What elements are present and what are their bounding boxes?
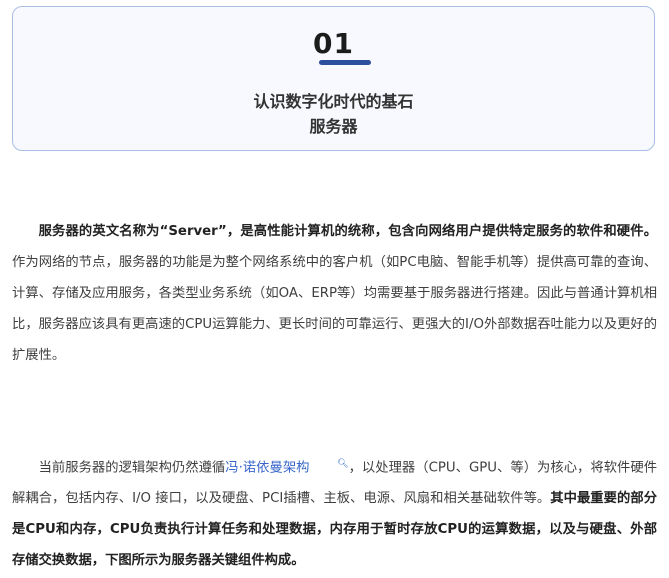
paragraph1-text: 作为网络的节点，服务器的功能是为整个网络系统中的客户机（如PC电脑、智能手机等）… bbox=[12, 255, 657, 363]
paragraph-server-architecture: 当前服务器的逻辑架构仍然遵循冯·诺依曼架构 🔍︎，以处理器（CPU、GPU、等）为… bbox=[12, 449, 657, 576]
search-icon[interactable]: 🔍︎ bbox=[311, 449, 348, 480]
section-title-line2: 服务器 bbox=[309, 117, 358, 136]
section-title-line1: 认识数字化时代的基石 bbox=[253, 92, 414, 111]
section-number-underline bbox=[319, 60, 371, 65]
section-header-card: 01 认识数字化时代的基石 服务器 bbox=[12, 6, 655, 151]
von-neumann-link[interactable]: 冯·诺依曼架构 bbox=[225, 460, 309, 475]
paragraph-server-definition: 服务器的英文名称为“Server”，是高性能计算机的统称，包含向网络用户提供特定… bbox=[12, 216, 657, 371]
paragraph2-text-before-link: 当前服务器的逻辑架构仍然遵循 bbox=[38, 460, 226, 476]
section-title: 认识数字化时代的基石 服务器 bbox=[13, 89, 654, 139]
paragraph1-bold-text: 服务器的英文名称为“Server”，是高性能计算机的统称，包含向网络用户提供特定… bbox=[38, 224, 657, 239]
section-number: 01 bbox=[313, 27, 354, 60]
